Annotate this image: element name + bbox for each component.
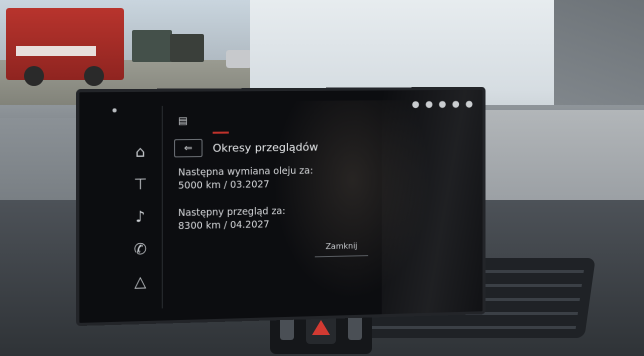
music-icon[interactable]: ♪: [131, 207, 149, 226]
van: [226, 50, 252, 68]
status-dot: [112, 108, 116, 112]
car-interior-photo: ● ● ● ● ● ⌂ ⊤ ♪ ✆ △ ▤ ⇐ Okresy przeglądó…: [0, 0, 644, 356]
item-label: Następna wymiana oleju za:: [178, 165, 313, 180]
service-item: Następny przegląd za: 8300 km / 04.2027: [178, 205, 285, 233]
screen-glare: [382, 90, 483, 314]
tractor: [170, 34, 204, 62]
red-truck: [6, 8, 124, 80]
oil-change-item: Następna wymiana oleju za: 5000 km / 03.…: [178, 165, 313, 193]
sidebar-divider: [162, 106, 163, 308]
truck-wheel: [84, 66, 104, 86]
close-button[interactable]: Zamknij: [315, 237, 368, 257]
back-button[interactable]: ⇐: [174, 139, 202, 158]
item-value: 5000 km / 03.2027: [178, 178, 313, 193]
phone-icon[interactable]: ✆: [131, 240, 149, 259]
home-icon[interactable]: ⌂: [131, 143, 149, 161]
truck-band: [16, 46, 96, 56]
active-tab-indicator: [213, 132, 229, 134]
car-icon[interactable]: △: [131, 272, 149, 291]
page-title: Okresy przeglądów: [213, 140, 319, 154]
screen-header: ⇐ Okresy przeglądów: [174, 137, 318, 159]
sidebar: ⌂ ⊤ ♪ ✆ △: [79, 120, 161, 315]
navigation-icon[interactable]: ⊤: [131, 175, 149, 194]
truck-wheel: [24, 66, 44, 86]
tractor: [132, 30, 172, 62]
vent-slat: [346, 326, 576, 329]
infotainment-screen: ● ● ● ● ● ⌂ ⊤ ♪ ✆ △ ▤ ⇐ Okresy przeglądó…: [76, 87, 485, 326]
item-value: 8300 km / 04.2027: [178, 218, 285, 233]
hazard-triangle-icon: [312, 320, 330, 335]
menu-icon[interactable]: ▤: [178, 116, 188, 127]
